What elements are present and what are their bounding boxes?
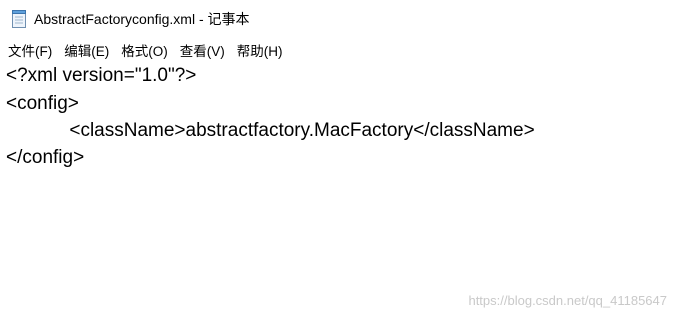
notepad-icon xyxy=(12,10,26,28)
menu-help[interactable]: 帮助(H) xyxy=(232,40,288,60)
watermark: https://blog.csdn.net/qq_41185647 xyxy=(468,293,667,308)
editor-line: <?xml version="1.0"?> xyxy=(6,65,197,86)
menu-edit[interactable]: 编辑(E) xyxy=(59,40,114,60)
title-bar[interactable]: AbstractFactoryconfig.xml - 记事本 xyxy=(0,0,677,38)
menu-bar: 文件(F) 编辑(E) 格式(O) 查看(V) 帮助(H) xyxy=(0,38,677,62)
window-title: AbstractFactoryconfig.xml - 记事本 xyxy=(34,11,250,27)
menu-format[interactable]: 格式(O) xyxy=(116,40,173,60)
editor-line: <config> xyxy=(6,93,79,114)
menu-file[interactable]: 文件(F) xyxy=(3,40,57,60)
editor-line: <className>abstractfactory.MacFactory</c… xyxy=(6,120,535,141)
text-editor[interactable]: <?xml version="1.0"?> <config> <classNam… xyxy=(0,62,677,315)
editor-line: </config> xyxy=(6,147,85,168)
menu-view[interactable]: 查看(V) xyxy=(175,40,230,60)
